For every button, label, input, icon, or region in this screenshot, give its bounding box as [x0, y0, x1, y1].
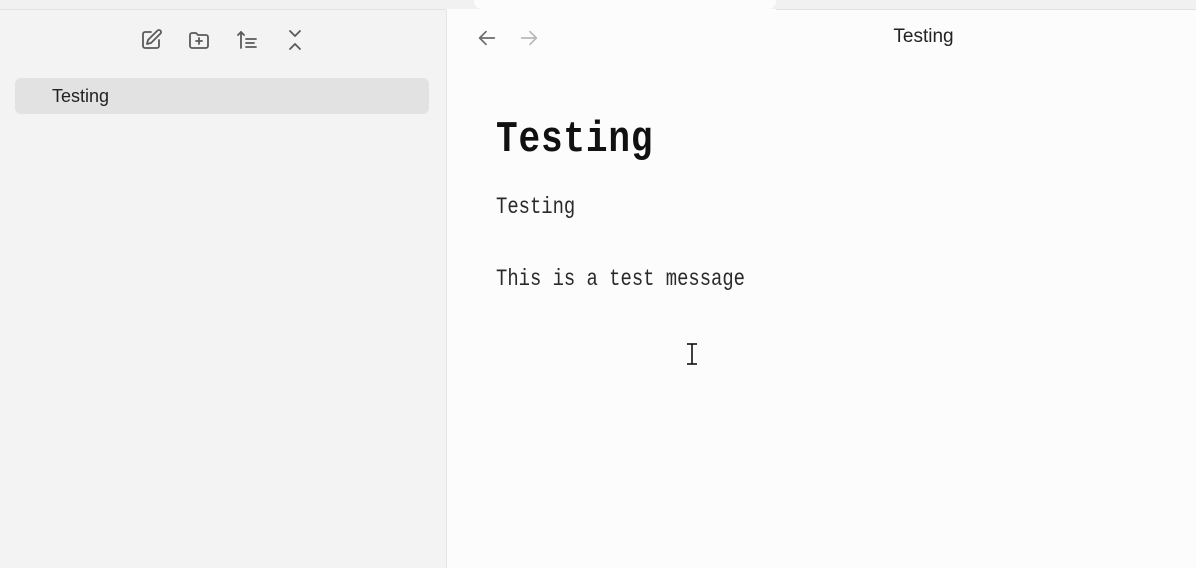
view-header: Testing	[0, 10, 1196, 50]
document-content[interactable]: Testing Testing This is a test message	[496, 110, 1146, 294]
file-item[interactable]: Testing	[15, 78, 429, 114]
editor-pane: Testing Testing Testing This is a test m…	[447, 10, 1196, 568]
active-tab[interactable]	[474, 0, 776, 9]
text-cursor-icon	[686, 342, 698, 366]
document-paragraph[interactable]: This is a test message	[496, 264, 1029, 294]
document-heading[interactable]: Testing	[496, 110, 1029, 170]
document-paragraph[interactable]: Testing	[496, 192, 1029, 222]
tab-bar	[0, 0, 1196, 9]
view-title[interactable]: Testing	[447, 26, 1196, 48]
file-explorer-sidebar: Testing	[0, 10, 447, 568]
file-item-label: Testing	[52, 85, 110, 106]
